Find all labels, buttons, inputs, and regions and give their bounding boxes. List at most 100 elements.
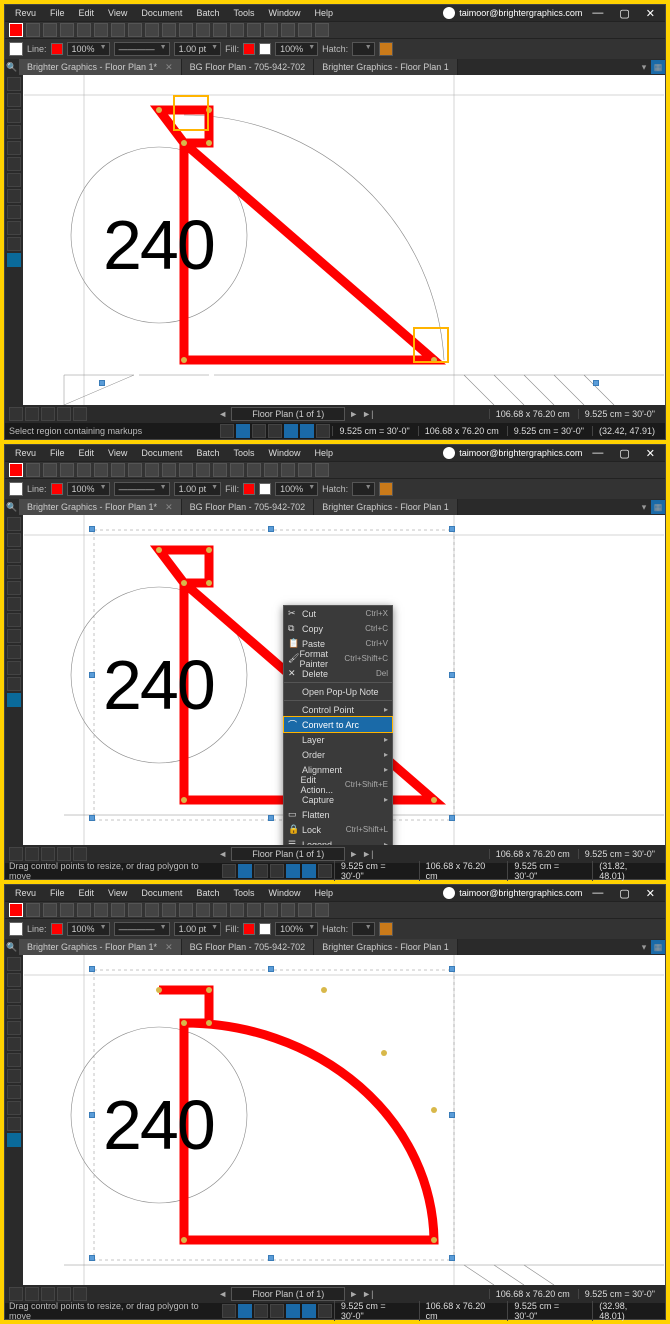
btool-3-icon[interactable] (41, 1287, 55, 1301)
style-color-picker-icon[interactable] (9, 922, 23, 936)
tool-misc6-icon[interactable] (281, 903, 295, 917)
sb-snap1-icon[interactable] (238, 1304, 252, 1318)
ltool-11-icon[interactable] (7, 677, 21, 691)
ltool-5-icon[interactable] (7, 1021, 21, 1035)
menu-tools[interactable]: Tools (227, 888, 260, 898)
tool-misc1-icon[interactable] (196, 463, 210, 477)
ctx-copy[interactable]: ⧉CopyCtrl+C (284, 621, 392, 636)
tab-dropdown-icon[interactable]: ▾ (637, 60, 651, 74)
ltool-5-icon[interactable] (7, 141, 21, 155)
ltool-12-icon[interactable] (7, 1133, 21, 1147)
btool-5-icon[interactable] (73, 1287, 87, 1301)
hatch-combo[interactable] (352, 482, 375, 496)
ltool-2-icon[interactable] (7, 533, 21, 547)
nav-prev-icon[interactable]: ◄ (218, 409, 227, 419)
tab-panel-icon[interactable]: ▦ (651, 500, 665, 514)
ltool-4-icon[interactable] (7, 1005, 21, 1019)
tool-misc6-icon[interactable] (281, 23, 295, 37)
sb-snap6-icon[interactable] (318, 1304, 332, 1318)
tool-line-icon[interactable] (60, 23, 74, 37)
tool-misc1-icon[interactable] (196, 903, 210, 917)
tool-pen-icon[interactable] (26, 903, 40, 917)
btool-3-icon[interactable] (41, 407, 55, 421)
tab-dropdown-icon[interactable]: ▾ (637, 940, 651, 954)
maximize-button[interactable]: ▢ (613, 447, 635, 460)
doc-tab-1[interactable]: Brighter Graphics - Floor Plan 1*✕ (19, 939, 182, 955)
doc-tab-1-close[interactable]: ✕ (165, 62, 173, 73)
sb-snap6-icon[interactable] (318, 864, 332, 878)
tool-highlight-icon[interactable] (43, 23, 57, 37)
menu-help[interactable]: Help (308, 448, 339, 458)
fill-opacity-combo[interactable]: 100% (275, 482, 318, 496)
ltool-8-icon[interactable] (7, 629, 21, 643)
ctx-flatten[interactable]: ▭Flatten (284, 807, 392, 822)
btool-1-icon[interactable] (9, 847, 23, 861)
ltool-4-icon[interactable] (7, 565, 21, 579)
page-field[interactable]: Floor Plan (1 of 1) (231, 847, 345, 861)
tool-misc3-icon[interactable] (230, 23, 244, 37)
tool-shape-icon[interactable] (77, 463, 91, 477)
selection-handle[interactable] (89, 815, 95, 821)
ctx-cut[interactable]: ✂CutCtrl+X (284, 606, 392, 621)
close-button[interactable]: ✕ (640, 447, 661, 460)
nav-last-icon[interactable]: ►| (362, 1289, 373, 1299)
doc-tab-3[interactable]: Brighter Graphics - Floor Plan 1 (314, 499, 458, 515)
ltool-7-icon[interactable] (7, 1053, 21, 1067)
tool-text-box[interactable] (9, 903, 23, 917)
sb-snap3-icon[interactable] (268, 424, 282, 438)
menu-edit[interactable]: Edit (73, 888, 101, 898)
ltool-10-icon[interactable] (7, 1101, 21, 1115)
ltool-9-icon[interactable] (7, 205, 21, 219)
nav-next-icon[interactable]: ► (349, 849, 358, 859)
sb-snap3-icon[interactable] (270, 864, 284, 878)
menu-revu[interactable]: Revu (9, 888, 42, 898)
sb-snap4-icon[interactable] (286, 864, 300, 878)
nav-prev-icon[interactable]: ◄ (218, 849, 227, 859)
ltool-10-icon[interactable] (7, 661, 21, 675)
ltool-1-icon[interactable] (7, 77, 21, 91)
menu-help[interactable]: Help (308, 888, 339, 898)
tool-image-icon[interactable] (179, 463, 193, 477)
ltool-12-icon[interactable] (7, 253, 21, 267)
selection-handle[interactable] (449, 815, 455, 821)
nav-next-icon[interactable]: ► (349, 1289, 358, 1299)
close-button[interactable]: ✕ (640, 887, 661, 900)
style-apply-icon[interactable] (379, 42, 393, 56)
sb-snap4-icon[interactable] (286, 1304, 300, 1318)
tool-misc6-icon[interactable] (281, 463, 295, 477)
tool-misc2-icon[interactable] (213, 903, 227, 917)
ltool-12-icon[interactable] (7, 693, 21, 707)
doc-tab-2[interactable]: BG Floor Plan - 705-942-702 (182, 499, 315, 515)
selection-handle[interactable] (99, 380, 105, 386)
fill-color-swatch[interactable] (243, 43, 255, 55)
menu-tools[interactable]: Tools (227, 8, 260, 18)
line-width-combo[interactable]: 1.00 pt (174, 922, 222, 936)
menu-window[interactable]: Window (262, 8, 306, 18)
selection-handle[interactable] (268, 526, 274, 532)
tool-misc3-icon[interactable] (230, 463, 244, 477)
tool-text-box[interactable] (9, 463, 23, 477)
ctx-lock[interactable]: 🔒LockCtrl+Shift+L (284, 822, 392, 837)
tool-measure-icon[interactable] (162, 23, 176, 37)
menu-tools[interactable]: Tools (227, 448, 260, 458)
selection-handle[interactable] (268, 1255, 274, 1261)
doc-tab-2[interactable]: BG Floor Plan - 705-942-702 (182, 59, 315, 75)
sb-grid-icon[interactable] (222, 864, 236, 878)
tool-shape-icon[interactable] (77, 903, 91, 917)
selection-handle[interactable] (449, 672, 455, 678)
doc-tab-2[interactable]: BG Floor Plan - 705-942-702 (182, 939, 315, 955)
style-apply-icon[interactable] (379, 482, 393, 496)
tool-misc2-icon[interactable] (213, 23, 227, 37)
canvas[interactable]: 240 (23, 955, 665, 1285)
line-opacity-combo[interactable]: 100% (67, 482, 110, 496)
menu-document[interactable]: Document (135, 448, 188, 458)
tool-image-icon[interactable] (179, 23, 193, 37)
tool-highlight-icon[interactable] (43, 903, 57, 917)
tool-misc5-icon[interactable] (264, 903, 278, 917)
menu-document[interactable]: Document (135, 888, 188, 898)
tool-misc8-icon[interactable] (315, 23, 329, 37)
menu-batch[interactable]: Batch (190, 448, 225, 458)
ctx-edit-action[interactable]: Edit Action...Ctrl+Shift+E (284, 777, 392, 792)
sb-snap5-icon[interactable] (302, 864, 316, 878)
minimize-button[interactable]: — (586, 887, 609, 899)
